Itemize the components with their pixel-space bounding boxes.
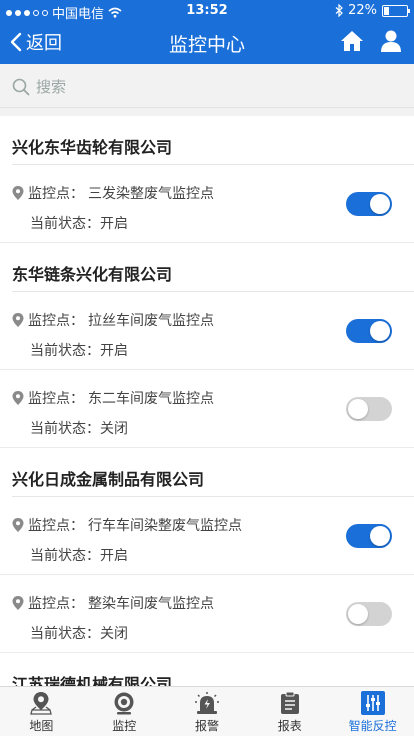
point-prefix: 监控点： (28, 391, 84, 407)
top-bar: 中国电信 13:52 22% 返回 监控中心 (0, 0, 414, 64)
point-prefix: 监控点： (28, 518, 84, 534)
point-name: 三发染整废气监控点 (88, 186, 214, 202)
monitor-point-item: 监控点： 整染车间废气监控点 当前状态：关闭 (0, 575, 414, 653)
point-status: 当前状态：开启 (30, 545, 128, 565)
status-value: 开启 (100, 548, 128, 564)
tab-label: 地图 (29, 719, 54, 733)
status-toggle[interactable] (346, 192, 392, 216)
nav-actions (340, 30, 402, 52)
monitor-point-item: 监控点： 三发染整废气监控点 当前状态：开启 (0, 165, 414, 243)
point-name: 东二车间废气监控点 (88, 391, 214, 407)
point-name: 行车车间染整废气监控点 (88, 518, 242, 534)
point-name: 拉丝车间废气监控点 (88, 313, 214, 329)
search-icon (12, 78, 30, 95)
status-prefix: 当前状态： (30, 421, 100, 437)
battery-icon (382, 4, 410, 17)
alarm-icon (194, 692, 219, 714)
status-prefix: 当前状态： (30, 548, 100, 564)
point-prefix: 监控点： (28, 313, 84, 329)
tab-monitor[interactable]: 监控 (83, 687, 166, 736)
monitor-point-item: 监控点： 东二车间废气监控点 当前状态：关闭 (0, 370, 414, 448)
status-toggle[interactable] (346, 319, 392, 343)
report-icon (280, 691, 299, 714)
tab-label: 报表 (277, 719, 302, 733)
monitor-point-name: 监控点： 三发染整废气监控点 (12, 183, 214, 203)
sliders-icon (360, 691, 385, 715)
location-pin-icon (12, 313, 24, 327)
search-input[interactable]: 搜索 (12, 76, 66, 97)
tab-smart-control[interactable]: 智能反控 (331, 687, 414, 736)
point-status: 当前状态：关闭 (30, 623, 128, 643)
location-pin-icon (12, 391, 24, 405)
status-right: 22% (335, 3, 410, 18)
tab-report[interactable]: 报表 (248, 687, 331, 736)
location-pin-icon (12, 518, 24, 532)
status-value: 开启 (100, 216, 128, 232)
monitor-point-item: 监控点： 拉丝车间废气监控点 当前状态：开启 (0, 292, 414, 370)
company-name: 江苏瑞德机械有限公司 (12, 675, 173, 686)
status-toggle[interactable] (346, 524, 392, 548)
search-placeholder: 搜索 (36, 78, 67, 96)
tab-label: 报警 (194, 719, 219, 733)
search-bar: 搜索 (0, 64, 414, 108)
map-pin-icon (30, 692, 53, 715)
monitor-list: 兴化东华齿轮有限公司 监控点： 三发染整废气监控点 当前状态：开启 东华链条兴化有… (0, 116, 414, 686)
tab-map[interactable]: 地图 (0, 687, 83, 736)
toggle-knob (348, 604, 368, 624)
location-pin-icon (12, 596, 24, 610)
monitor-point-name: 监控点： 东二车间废气监控点 (12, 388, 214, 408)
point-status: 当前状态：开启 (30, 213, 128, 233)
status-bar: 中国电信 13:52 22% (0, 0, 414, 22)
company-name: 东华链条兴化有限公司 (12, 265, 173, 284)
point-status: 当前状态：关闭 (30, 418, 128, 438)
status-toggle[interactable] (346, 397, 392, 421)
nav-bar: 返回 监控中心 (0, 22, 414, 64)
tab-alarm[interactable]: 报警 (166, 687, 249, 736)
point-name: 整染车间废气监控点 (88, 596, 214, 612)
toggle-knob (370, 526, 390, 546)
battery-percent: 22% (348, 3, 377, 18)
monitor-point-name: 监控点： 拉丝车间废气监控点 (12, 310, 214, 330)
status-prefix: 当前状态： (30, 626, 100, 642)
status-prefix: 当前状态： (30, 343, 100, 359)
company-name: 兴化东华齿轮有限公司 (12, 138, 173, 157)
tab-label: 智能反控 (348, 719, 397, 733)
company-name: 兴化日成金属制品有限公司 (12, 470, 205, 489)
monitor-point-name: 监控点： 整染车间废气监控点 (12, 593, 214, 613)
user-icon[interactable] (380, 30, 402, 52)
toggle-knob (370, 194, 390, 214)
status-value: 开启 (100, 343, 128, 359)
toggle-knob (348, 399, 368, 419)
tab-label: 监控 (112, 719, 137, 733)
home-icon[interactable] (340, 30, 364, 52)
camera-icon (114, 692, 134, 715)
monitor-point-item: 监控点： 行车车间染整废气监控点 当前状态：开启 (0, 497, 414, 575)
toggle-knob (370, 321, 390, 341)
status-toggle[interactable] (346, 602, 392, 626)
bluetooth-icon (335, 4, 343, 17)
location-pin-icon (12, 186, 24, 200)
status-prefix: 当前状态： (30, 216, 100, 232)
point-prefix: 监控点： (28, 596, 84, 612)
tab-bar: 地图 监控 报警 报表 智能反控 (0, 686, 414, 736)
point-prefix: 监控点： (28, 186, 84, 202)
monitor-point-name: 监控点： 行车车间染整废气监控点 (12, 515, 242, 535)
status-value: 关闭 (100, 626, 128, 642)
status-value: 关闭 (100, 421, 128, 437)
point-status: 当前状态：开启 (30, 340, 128, 360)
